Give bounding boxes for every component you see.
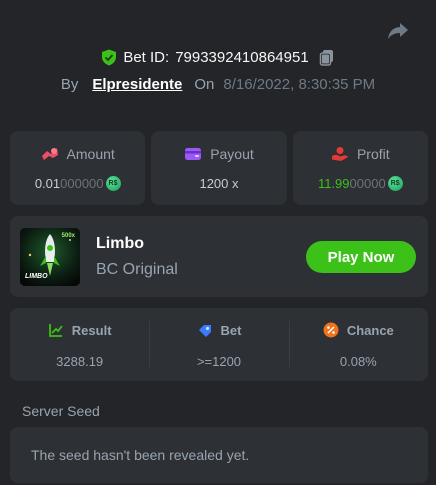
copy-icon[interactable]	[319, 49, 335, 66]
verified-shield-icon	[102, 49, 117, 66]
game-name: Limbo	[96, 235, 144, 252]
by-label: By	[60, 76, 79, 93]
wallet-icon	[185, 147, 202, 160]
result-chart-icon	[48, 324, 63, 337]
chance-value: 0.08%	[339, 354, 377, 369]
amount-icon	[41, 147, 58, 160]
author-row: By Elpresidente On 8/16/2022, 8:30:35 PM	[0, 76, 436, 93]
amount-label: Amount	[66, 145, 115, 162]
share-icon[interactable]	[386, 18, 410, 42]
payout-label: Payout	[210, 145, 254, 162]
bet-id-label: Bet ID:	[123, 49, 170, 66]
bet-label: Bet	[220, 322, 242, 338]
profit-value: 11.99 00000 R$	[317, 175, 403, 191]
game-provider: BC Original	[96, 261, 178, 278]
result-detail: Result 3288.19	[10, 308, 149, 381]
profit-value-dim: 00000	[349, 175, 386, 191]
profit-icon	[331, 146, 348, 161]
currency-coin-icon: R$	[105, 175, 121, 191]
result-label: Result	[71, 322, 112, 338]
server-seed-message: The seed hasn't been revealed yet.	[31, 447, 250, 463]
payout-value: 1200 x	[199, 175, 239, 191]
profit-card: Profit 11.99 00000 R$	[292, 131, 428, 205]
profit-label: Profit	[356, 145, 390, 162]
bet-detail: Bet >=1200	[149, 308, 288, 381]
amount-value-dim: 000000	[60, 175, 104, 191]
bet-value: >=1200	[196, 354, 242, 369]
bet-details: Result 3288.19 Bet >=1200 Chance 0.08%	[10, 308, 428, 381]
percent-icon	[323, 322, 339, 338]
bet-id-row: Bet ID: 7993392410864951	[0, 49, 436, 66]
server-seed-box: The seed hasn't been revealed yet.	[10, 427, 428, 483]
limbo-thumbnail[interactable]: 500x LIMBO	[20, 228, 80, 286]
on-label: On	[194, 76, 215, 93]
bet-stats: Amount 0.01 000000 R$ Payout 1200 x Profi…	[10, 131, 428, 205]
thumb-title: LIMBO	[25, 273, 48, 280]
amount-card: Amount 0.01 000000 R$	[10, 131, 146, 205]
amount-value-main: 0.01	[34, 175, 61, 191]
currency-coin-icon: R$	[387, 175, 403, 191]
bet-tag-icon	[198, 325, 211, 337]
chance-detail: Chance 0.08%	[288, 308, 428, 381]
server-seed-label: Server Seed	[22, 403, 100, 419]
profit-value-main: 11.99	[317, 175, 350, 191]
result-value: 3288.19	[56, 354, 104, 369]
bet-id-value: 7993392410864951	[175, 49, 309, 66]
username-link[interactable]: Elpresidente	[92, 76, 182, 93]
thumb-badge: 500x	[61, 233, 75, 239]
amount-value: 0.01 000000 R$	[34, 175, 121, 191]
chance-label: Chance	[346, 322, 394, 338]
play-now-button[interactable]: Play Now	[306, 241, 416, 273]
payout-card: Payout 1200 x	[151, 131, 287, 205]
game-card: 500x LIMBO Limbo BC Original Play Now	[10, 216, 428, 297]
bet-date: 8/16/2022, 8:30:35 PM	[223, 76, 376, 93]
